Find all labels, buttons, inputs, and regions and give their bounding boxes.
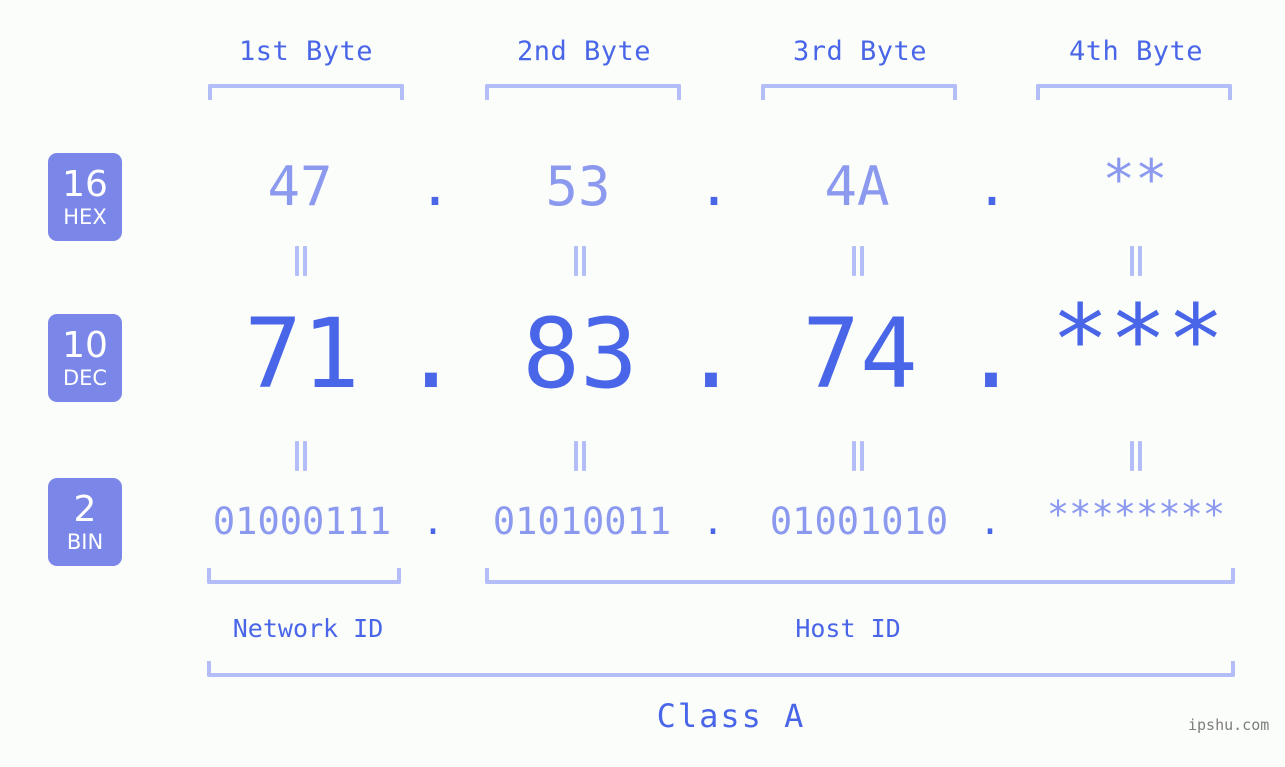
host-id-bracket — [485, 568, 1235, 584]
dec-byte-3: 74 — [802, 298, 918, 410]
dec-byte-1: 71 — [244, 298, 360, 410]
class-bracket — [207, 661, 1235, 677]
dec-byte-2: 83 — [522, 298, 638, 410]
radix-badge-dec-name: DEC — [62, 365, 108, 390]
bin-byte-2: 01010011 — [492, 500, 672, 543]
radix-badge-dec: 10 DEC — [48, 314, 122, 402]
equivalence-mark-dec-bin-2 — [570, 441, 590, 471]
radix-badge-hex-base: 16 — [62, 163, 108, 205]
bin-separator-3: . — [978, 500, 1002, 543]
byte-header-3: 3rd Byte — [792, 36, 928, 67]
hex-byte-4: ** — [1102, 148, 1168, 211]
equivalence-mark-dec-bin-1 — [291, 441, 311, 471]
dec-separator-2: . — [682, 298, 740, 410]
byte-bracket-4 — [1036, 84, 1232, 100]
equivalence-mark-hex-dec-1 — [291, 246, 311, 276]
network-id-label: Network ID — [232, 614, 384, 643]
bin-byte-3: 01001010 — [769, 500, 949, 543]
byte-bracket-2 — [485, 84, 681, 100]
class-label: Class A — [656, 697, 806, 735]
bin-separator-1: . — [421, 500, 445, 543]
hex-byte-3: 4A — [824, 155, 890, 218]
network-id-bracket — [207, 568, 401, 584]
dec-separator-1: . — [402, 298, 460, 410]
byte-bracket-1 — [208, 84, 404, 100]
watermark: ipshu.com — [1188, 716, 1270, 734]
hex-separator-3: . — [975, 155, 1009, 218]
radix-badge-hex: 16 HEX — [48, 153, 122, 241]
radix-badge-bin: 2 BIN — [48, 478, 122, 566]
hex-byte-1: 47 — [267, 155, 333, 218]
radix-badge-bin-base: 2 — [73, 488, 97, 530]
byte-header-1: 1st Byte — [238, 36, 374, 67]
hex-separator-2: . — [697, 155, 731, 218]
radix-badge-hex-name: HEX — [63, 204, 107, 229]
byte-header-4: 4th Byte — [1068, 36, 1204, 67]
radix-badge-bin-name: BIN — [66, 529, 104, 554]
byte-bracket-3 — [761, 84, 957, 100]
ip-address-breakdown-diagram: 1st Byte 2nd Byte 3rd Byte 4th Byte 16 H… — [0, 0, 1285, 767]
hex-separator-1: . — [418, 155, 452, 218]
bin-byte-1: 01000111 — [212, 500, 392, 543]
hex-byte-2: 53 — [545, 155, 611, 218]
dec-byte-4: *** — [1051, 284, 1225, 396]
equivalence-mark-dec-bin-4 — [1126, 441, 1146, 471]
radix-badge-dec-base: 10 — [62, 324, 108, 366]
bin-byte-4: ******** — [1046, 493, 1226, 536]
bin-separator-2: . — [701, 500, 725, 543]
dec-separator-3: . — [962, 298, 1020, 410]
equivalence-mark-hex-dec-2 — [570, 246, 590, 276]
equivalence-mark-dec-bin-3 — [848, 441, 868, 471]
host-id-label: Host ID — [795, 614, 901, 643]
equivalence-mark-hex-dec-3 — [848, 246, 868, 276]
equivalence-mark-hex-dec-4 — [1126, 246, 1146, 276]
byte-header-2: 2nd Byte — [516, 36, 652, 67]
